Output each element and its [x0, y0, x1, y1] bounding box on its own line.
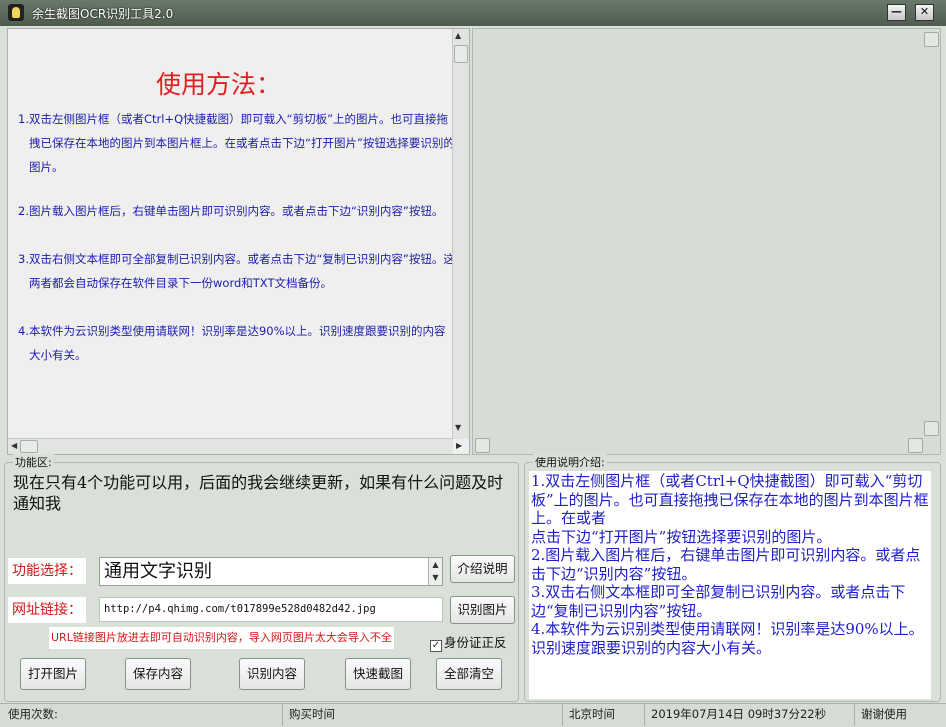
usage-item: 3.双击右侧文本框即可全部复制已识别内容。或者点击下边“复制已识别内容”按钮。这… [18, 252, 455, 290]
description-textbox[interactable]: 1.双击左侧图片框（或者Ctrl+Q快捷截图）即可载入“剪切板”上的图片。也可直… [529, 471, 931, 699]
function-select-value: 通用文字识别 [104, 561, 212, 582]
quick-screenshot-button[interactable]: 快速截图 [345, 658, 411, 690]
url-input[interactable]: http://p4.qhimg.com/t017899e528d0482d42.… [99, 597, 443, 622]
usage-item: 1.双击左侧图片框（或者Ctrl+Q快捷截图）即可载入“剪切板”上的图片。也可直… [18, 112, 455, 174]
beijing-time-label: 北京时间 [562, 704, 642, 726]
dropdown-arrow-icon[interactable]: ▲ ▼ [428, 558, 442, 585]
checkbox-check-icon[interactable]: ✓ [430, 640, 442, 652]
description-line: 点击下边“打开图片”按钮选择要识别的图片。 [531, 527, 832, 546]
current-datetime: 2019年07月14日 09时37分22秒 [644, 704, 852, 726]
intro-button[interactable]: 介绍说明 [450, 555, 515, 583]
app-icon [8, 4, 24, 21]
image-panel[interactable]: 使用方法： 1.双击左侧图片框（或者Ctrl+Q快捷截图）即可载入“剪切板”上的… [7, 28, 470, 455]
result-panel[interactable] [472, 28, 941, 455]
scroll-down-icon[interactable]: ▼ [455, 423, 461, 432]
notice-text: 现在只有4个功能可以用，后面的我会继续更新，如果有什么问题及时通知我 [13, 473, 504, 513]
scroll-box[interactable] [908, 438, 923, 453]
id-card-checkbox-label: 身份证正反 [444, 635, 507, 650]
scrollbar-thumb[interactable] [20, 440, 38, 453]
close-button[interactable]: ✕ [915, 4, 934, 21]
scroll-box[interactable] [924, 421, 939, 436]
description-line: 2.图片载入图片框后，右键单击图片即可识别内容。或者点击下边“识别内容”按钮。 [531, 546, 921, 583]
window-title: 余生截图OCR识别工具2.0 [32, 7, 174, 21]
description-line: 4.本软件为云识别类型使用请联网！识别率是达90%以上。识别速度跟要识别的内容大… [531, 620, 924, 657]
purchase-time: 购买时间 [282, 704, 560, 726]
description-group-label: 使用说明介绍: [533, 454, 607, 470]
usage-title: 使用方法： [156, 70, 282, 99]
description-line: 1.双击左侧图片框（或者Ctrl+Q快捷截图）即可载入“剪切板”上的图片。也可直… [531, 472, 929, 527]
usage-list: 1.双击左侧图片框（或者Ctrl+Q快捷截图）即可载入“剪切板”上的图片。也可直… [16, 107, 456, 391]
url-hint: URL链接图片放进去即可自动识别内容，导入网页图片太大会导入不全 [49, 627, 394, 649]
function-group-label: 功能区: [13, 454, 54, 470]
scroll-left-icon[interactable]: ◀ [11, 441, 17, 450]
scroll-box[interactable] [924, 32, 939, 47]
thanks-text: 谢谢使用 [854, 704, 946, 726]
description-group: 使用说明介绍: 1.双击左侧图片框（或者Ctrl+Q快捷截图）即可载入“剪切板”… [524, 454, 941, 702]
url-label: 网址链接： [8, 597, 86, 623]
scroll-up-icon[interactable]: ▲ [455, 31, 461, 40]
description-line: 3.双击右侧文本框即可全部复制已识别内容。或者点击下边“复制已识别内容”按钮。 [531, 583, 906, 620]
function-select-label: 功能选择： [8, 558, 86, 584]
minimize-button[interactable]: — [887, 4, 906, 21]
horizontal-scrollbar[interactable]: ◀ ▶ [8, 438, 462, 454]
save-content-button[interactable]: 保存内容 [125, 658, 191, 690]
function-select[interactable]: 通用文字识别 ▲ ▼ [99, 557, 443, 586]
app-window: 余生截图OCR识别工具2.0 — ✕ 使用方法： 1.双击左侧图片框（或者Ctr… [0, 0, 946, 727]
clear-all-button[interactable]: 全部清空 [436, 658, 502, 690]
usage-item: 4.本软件为云识别类型使用请联网！识别率是达90%以上。识别速度跟要识别的内容大… [18, 324, 446, 362]
id-card-checkbox[interactable]: ✓ 身份证正反 [430, 632, 507, 652]
title-bar: 余生截图OCR识别工具2.0 — ✕ [0, 0, 946, 26]
function-group: 功能区: 现在只有4个功能可以用，后面的我会继续更新，如果有什么问题及时通知我 … [4, 454, 519, 702]
usage-item: 2.图片载入图片框后，右键单击图片即可识别内容。或者点击下边“识别内容”按钮。 [18, 204, 444, 218]
recognize-content-button[interactable]: 识别内容 [239, 658, 305, 690]
scroll-box[interactable] [475, 438, 490, 453]
open-image-button[interactable]: 打开图片 [20, 658, 86, 690]
vertical-scrollbar[interactable]: ▲ ▼ [452, 29, 469, 439]
scroll-right-icon[interactable]: ▶ [456, 441, 462, 450]
recognize-image-button[interactable]: 识别图片 [450, 596, 515, 624]
scrollbar-thumb[interactable] [454, 45, 468, 63]
usage-count: 使用次数: [8, 707, 58, 721]
status-bar: 使用次数: 购买时间 北京时间 2019年07月14日 09时37分22秒 谢谢… [0, 703, 946, 727]
